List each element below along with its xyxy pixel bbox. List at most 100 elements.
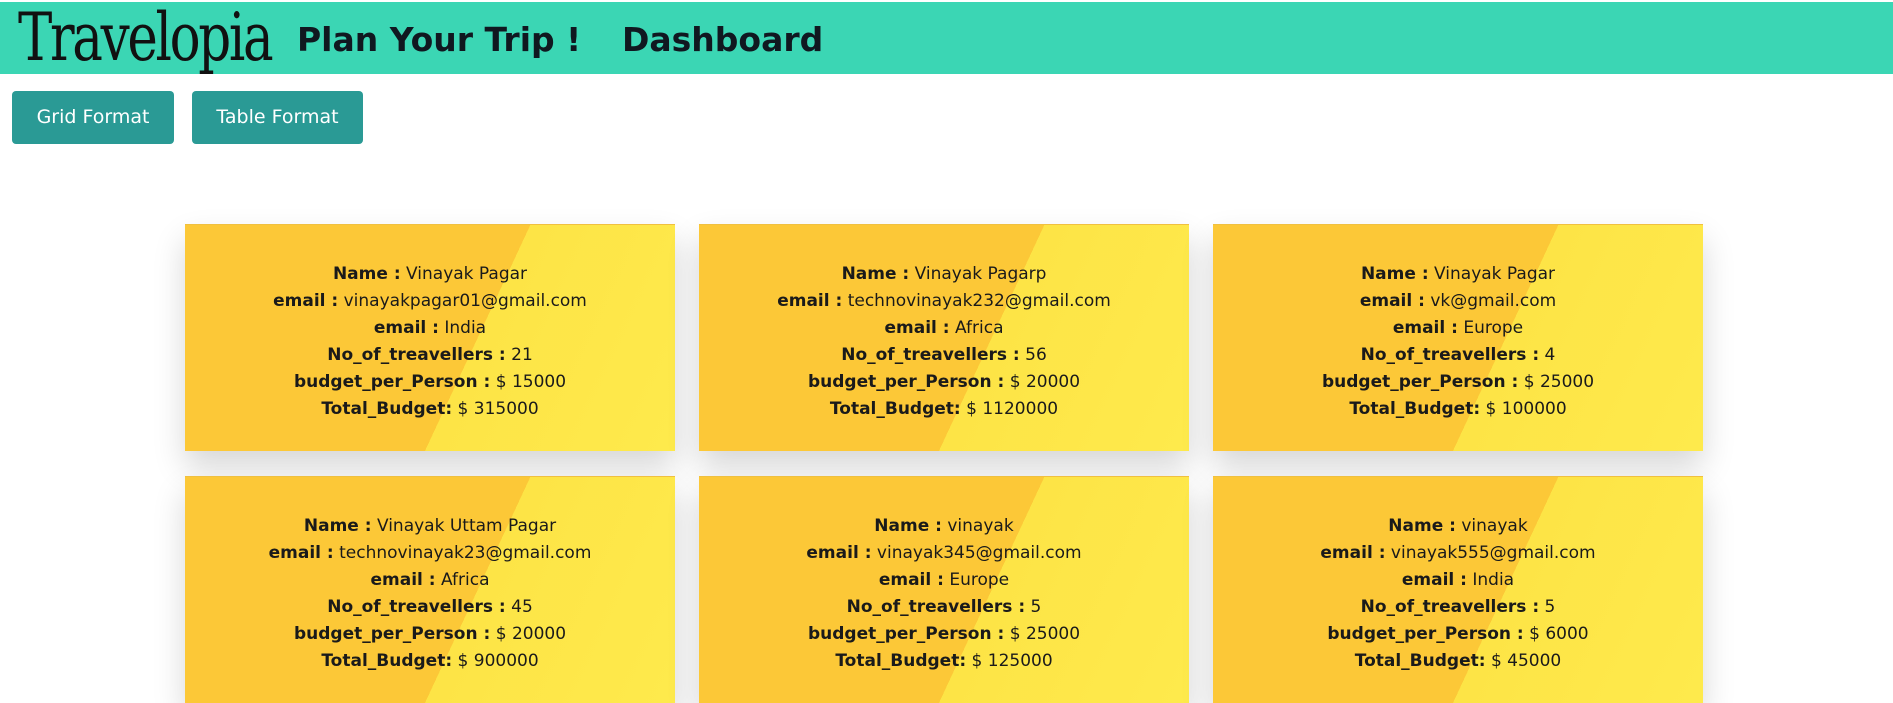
card-travellers-row: No_of_treavellers : 45	[185, 594, 675, 621]
nav-link-dashboard[interactable]: Dashboard	[622, 20, 823, 60]
card-email-row: email : vinayak345@gmail.com	[699, 540, 1189, 567]
name-value: vinayak	[1461, 516, 1528, 536]
total-budget-label: Total_Budget:	[1349, 399, 1481, 419]
card-travellers-row: No_of_treavellers : 56	[699, 342, 1189, 369]
budget-per-person-value: 6000	[1545, 624, 1589, 644]
currency-symbol: $	[1523, 372, 1535, 392]
card-destination-row: email : Africa	[699, 315, 1189, 342]
card-travellers-row: No_of_treavellers : 21	[185, 342, 675, 369]
grid-format-button[interactable]: Grid Format	[12, 91, 174, 144]
card-name-row: Name : vinayak	[1213, 513, 1703, 540]
card-budget-per-person-row: budget_per_Person : $ 6000	[1213, 621, 1703, 648]
email-label: email :	[1359, 291, 1425, 311]
currency-symbol: $	[1529, 624, 1540, 644]
trip-card: Name : Vinayak Uttam Pagar email : techn…	[185, 476, 675, 703]
total-budget-label: Total_Budget:	[1354, 651, 1486, 671]
travellers-value: 21	[511, 345, 533, 365]
total-budget-label: Total_Budget:	[829, 399, 961, 419]
email-value: technovinayak23@gmail.com	[339, 543, 592, 563]
card-budget-per-person-row: budget_per_Person : $ 25000	[699, 621, 1189, 648]
total-budget-label: Total_Budget:	[321, 399, 453, 419]
email-label: email :	[806, 543, 872, 563]
budget-per-person-label: budget_per_Person :	[293, 372, 491, 392]
budget-per-person-value: 25000	[1539, 372, 1595, 392]
card-destination-row: email : India	[1213, 567, 1703, 594]
table-format-button[interactable]: Table Format	[192, 91, 363, 144]
name-label: Name :	[1360, 264, 1429, 284]
card-travellers-row: No_of_treavellers : 5	[1213, 594, 1703, 621]
card-budget-per-person-row: budget_per_Person : $ 20000	[699, 369, 1189, 396]
travellers-value: 56	[1025, 345, 1047, 365]
card-name-row: Name : vinayak	[699, 513, 1189, 540]
card-budget-per-person-row: budget_per_Person : $ 20000	[185, 621, 675, 648]
card-destination-row: email : Europe	[1213, 315, 1703, 342]
trip-card: Name : vinayak email : vinayak345@gmail.…	[699, 476, 1189, 703]
app-logo[interactable]: Travelopia	[18, 4, 274, 72]
email-value: vinayak555@gmail.com	[1390, 543, 1596, 563]
trip-card: Name : Vinayak Pagar email : vk@gmail.co…	[1213, 224, 1703, 451]
card-destination-row: email : Europe	[699, 567, 1189, 594]
travellers-value: 45	[511, 597, 533, 617]
card-name-row: Name : Vinayak Pagar	[1213, 261, 1703, 288]
budget-per-person-label: budget_per_Person :	[1321, 372, 1519, 392]
name-value: Vinayak Pagar	[1434, 264, 1556, 284]
travellers-label: No_of_treavellers :	[327, 597, 506, 617]
budget-per-person-label: budget_per_Person :	[1327, 624, 1524, 644]
nav-link-plan-trip[interactable]: Plan Your Trip !	[297, 20, 581, 60]
card-email-row: email : vk@gmail.com	[1213, 288, 1703, 315]
travellers-label: No_of_treavellers :	[1360, 345, 1540, 365]
total-budget-label: Total_Budget:	[835, 651, 967, 671]
destination-value: Africa	[955, 318, 1004, 338]
card-total-budget-row: Total_Budget: $ 900000	[185, 648, 675, 675]
name-value: Vinayak Pagarp	[914, 264, 1047, 284]
destination-value: Europe	[1463, 318, 1524, 338]
destination-label: email :	[370, 570, 436, 590]
name-value: Vinayak Pagar	[406, 264, 528, 284]
card-email-row: email : technovinayak23@gmail.com	[185, 540, 675, 567]
email-label: email :	[1320, 543, 1386, 563]
travellers-value: 4	[1544, 345, 1556, 365]
travellers-label: No_of_treavellers :	[1360, 597, 1540, 617]
destination-label: email :	[884, 318, 950, 338]
top-navbar: Travelopia Plan Your Trip ! Dashboard	[0, 2, 1893, 74]
card-name-row: Name : Vinayak Pagarp	[699, 261, 1189, 288]
card-email-row: email : technovinayak232@gmail.com	[699, 288, 1189, 315]
card-total-budget-row: Total_Budget: $ 1120000	[699, 396, 1189, 423]
travellers-label: No_of_treavellers :	[846, 597, 1026, 617]
email-label: email :	[777, 291, 843, 311]
total-budget-value: 1120000	[982, 399, 1059, 419]
trip-card: Name : Vinayak Pagar email : vinayakpaga…	[185, 224, 675, 451]
card-travellers-row: No_of_treavellers : 5	[699, 594, 1189, 621]
currency-symbol: $	[495, 372, 507, 392]
travellers-label: No_of_treavellers :	[841, 345, 1020, 365]
travellers-label: No_of_treavellers :	[327, 345, 506, 365]
destination-value: India	[444, 318, 487, 338]
total-budget-label: Total_Budget:	[321, 651, 453, 671]
total-budget-value: 100000	[1501, 399, 1567, 419]
currency-symbol: $	[1009, 372, 1021, 392]
currency-symbol: $	[966, 399, 977, 419]
email-value: vinayakpagar01@gmail.com	[343, 291, 587, 311]
destination-value: Europe	[949, 570, 1010, 590]
email-value: vk@gmail.com	[1430, 291, 1557, 311]
travellers-value: 5	[1544, 597, 1556, 617]
card-total-budget-row: Total_Budget: $ 315000	[185, 396, 675, 423]
total-budget-value: 45000	[1507, 651, 1562, 671]
email-label: email :	[268, 543, 334, 563]
email-label: email :	[273, 291, 339, 311]
total-budget-value: 900000	[473, 651, 539, 671]
currency-symbol: $	[457, 399, 469, 419]
currency-symbol: $	[1485, 399, 1497, 419]
budget-per-person-value: 20000	[511, 624, 567, 644]
budget-per-person-value: 25000	[1025, 624, 1081, 644]
card-budget-per-person-row: budget_per_Person : $ 15000	[185, 369, 675, 396]
currency-symbol: $	[1009, 624, 1021, 644]
name-label: Name :	[332, 264, 401, 284]
name-label: Name :	[841, 264, 910, 284]
name-label: Name :	[303, 516, 372, 536]
email-value: technovinayak232@gmail.com	[847, 291, 1111, 311]
card-name-row: Name : Vinayak Uttam Pagar	[185, 513, 675, 540]
name-label: Name :	[1388, 516, 1456, 536]
card-total-budget-row: Total_Budget: $ 125000	[699, 648, 1189, 675]
destination-label: email :	[373, 318, 439, 338]
